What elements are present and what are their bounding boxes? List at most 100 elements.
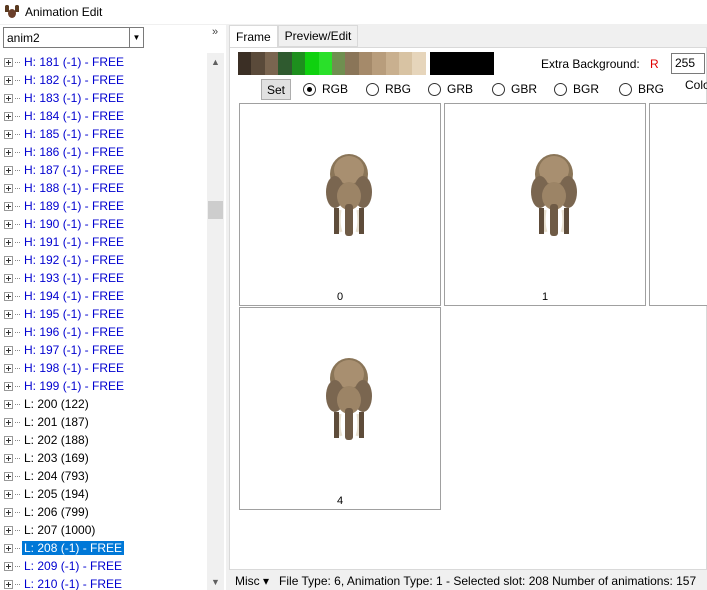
- misc-dropdown[interactable]: Misc ▾: [229, 574, 269, 588]
- tree-item-label[interactable]: H: 190 (-1) - FREE: [22, 217, 126, 231]
- expand-plus-icon[interactable]: [4, 543, 13, 553]
- frame-cell[interactable]: 1: [444, 103, 646, 306]
- tree-row[interactable]: L: 204 (793): [0, 467, 207, 485]
- tree-scrollbar[interactable]: ▲ ▼: [207, 53, 224, 590]
- tree-item-label[interactable]: H: 191 (-1) - FREE: [22, 235, 126, 249]
- tab-frame[interactable]: Frame: [229, 25, 278, 48]
- expand-plus-icon[interactable]: [4, 219, 13, 229]
- tree-row[interactable]: H: 189 (-1) - FREE: [0, 197, 207, 215]
- frame-cell[interactable]: [649, 103, 707, 306]
- expand-plus-icon[interactable]: [4, 579, 13, 589]
- tree-item-label[interactable]: L: 204 (793): [22, 469, 91, 483]
- tree-item-label[interactable]: H: 197 (-1) - FREE: [22, 343, 126, 357]
- tree-item-label[interactable]: L: 202 (188): [22, 433, 91, 447]
- expand-plus-icon[interactable]: [4, 75, 13, 85]
- selected-color-swatch[interactable]: [430, 52, 494, 75]
- expand-plus-icon[interactable]: [4, 291, 13, 301]
- red-channel-input[interactable]: 255: [671, 53, 705, 74]
- expand-plus-icon[interactable]: [4, 489, 13, 499]
- tree-row[interactable]: L: 203 (169): [0, 449, 207, 467]
- animation-tree[interactable]: H: 181 (-1) - FREE H: 182 (-1) - FREE H: 1…: [0, 53, 207, 590]
- expand-plus-icon[interactable]: [4, 399, 13, 409]
- radio-bgr[interactable]: BGR: [554, 82, 599, 96]
- tree-row[interactable]: H: 182 (-1) - FREE: [0, 71, 207, 89]
- radio-brg[interactable]: BRG: [619, 82, 664, 96]
- tree-item-label[interactable]: L: 210 (-1) - FREE: [22, 577, 124, 590]
- tree-row[interactable]: H: 188 (-1) - FREE: [0, 179, 207, 197]
- scroll-down-arrow-icon[interactable]: ▼: [207, 573, 224, 590]
- radio-circle-icon[interactable]: [554, 82, 567, 96]
- expand-plus-icon[interactable]: [4, 93, 13, 103]
- radio-circle-icon[interactable]: [366, 82, 379, 96]
- chevron-down-icon[interactable]: ▼: [129, 28, 143, 47]
- radio-rbg[interactable]: RBG: [366, 82, 411, 96]
- tree-row[interactable]: H: 190 (-1) - FREE: [0, 215, 207, 233]
- tree-item-label[interactable]: H: 185 (-1) - FREE: [22, 127, 126, 141]
- tree-row[interactable]: L: 200 (122): [0, 395, 207, 413]
- tree-item-label[interactable]: H: 188 (-1) - FREE: [22, 181, 126, 195]
- expand-plus-icon[interactable]: [4, 111, 13, 121]
- expand-plus-icon[interactable]: [4, 363, 13, 373]
- tree-item-label[interactable]: H: 198 (-1) - FREE: [22, 361, 126, 375]
- radio-circle-icon[interactable]: [619, 82, 632, 96]
- tree-row[interactable]: H: 194 (-1) - FREE: [0, 287, 207, 305]
- tree-row[interactable]: H: 183 (-1) - FREE: [0, 89, 207, 107]
- expand-plus-icon[interactable]: [4, 381, 13, 391]
- tree-item-label[interactable]: L: 207 (1000): [22, 523, 97, 537]
- tree-row[interactable]: L: 209 (-1) - FREE: [0, 557, 207, 575]
- tree-row[interactable]: H: 184 (-1) - FREE: [0, 107, 207, 125]
- tree-item-label[interactable]: L: 209 (-1) - FREE: [22, 559, 124, 573]
- tree-row[interactable]: H: 192 (-1) - FREE: [0, 251, 207, 269]
- expand-plus-icon[interactable]: [4, 147, 13, 157]
- tree-row[interactable]: H: 187 (-1) - FREE: [0, 161, 207, 179]
- tree-row[interactable]: H: 195 (-1) - FREE: [0, 305, 207, 323]
- tree-row[interactable]: H: 186 (-1) - FREE: [0, 143, 207, 161]
- tree-item-label[interactable]: L: 208 (-1) - FREE: [22, 541, 125, 555]
- tree-item-label[interactable]: H: 183 (-1) - FREE: [22, 91, 126, 105]
- tree-row[interactable]: L: 205 (194): [0, 485, 207, 503]
- radio-circle-icon[interactable]: [428, 82, 441, 96]
- set-button[interactable]: Set: [261, 79, 291, 100]
- tree-item-label[interactable]: H: 195 (-1) - FREE: [22, 307, 126, 321]
- tree-row[interactable]: L: 207 (1000): [0, 521, 207, 539]
- tree-row[interactable]: H: 199 (-1) - FREE: [0, 377, 207, 395]
- expand-plus-icon[interactable]: [4, 525, 13, 535]
- tree-item-label[interactable]: L: 203 (169): [22, 451, 91, 465]
- radio-circle-icon[interactable]: [492, 82, 505, 96]
- scroll-up-arrow-icon[interactable]: ▲: [207, 53, 224, 70]
- tree-row[interactable]: L: 210 (-1) - FREE: [0, 575, 207, 590]
- tree-item-label[interactable]: L: 206 (799): [22, 505, 91, 519]
- tree-row[interactable]: H: 197 (-1) - FREE: [0, 341, 207, 359]
- tree-item-label[interactable]: H: 192 (-1) - FREE: [22, 253, 126, 267]
- expand-plus-icon[interactable]: [4, 435, 13, 445]
- tree-row[interactable]: L: 206 (799): [0, 503, 207, 521]
- tree-row[interactable]: L: 201 (187): [0, 413, 207, 431]
- tree-item-label[interactable]: H: 186 (-1) - FREE: [22, 145, 126, 159]
- expand-plus-icon[interactable]: [4, 237, 13, 247]
- tab-preview-edit[interactable]: Preview/Edit: [277, 25, 359, 47]
- radio-gbr[interactable]: GBR: [492, 82, 537, 96]
- tree-item-label[interactable]: H: 193 (-1) - FREE: [22, 271, 126, 285]
- radio-rgb[interactable]: RGB: [303, 82, 348, 96]
- expand-plus-icon[interactable]: [4, 165, 13, 175]
- tree-item-label[interactable]: H: 187 (-1) - FREE: [22, 163, 126, 177]
- tree-item-label[interactable]: H: 181 (-1) - FREE: [22, 55, 126, 69]
- expand-plus-icon[interactable]: [4, 309, 13, 319]
- tree-item-label[interactable]: H: 184 (-1) - FREE: [22, 109, 126, 123]
- expand-plus-icon[interactable]: [4, 345, 13, 355]
- expand-plus-icon[interactable]: [4, 453, 13, 463]
- tree-item-label[interactable]: H: 189 (-1) - FREE: [22, 199, 126, 213]
- expand-plus-icon[interactable]: [4, 201, 13, 211]
- palette-strip[interactable]: [238, 52, 426, 75]
- tree-row[interactable]: H: 191 (-1) - FREE: [0, 233, 207, 251]
- tree-item-label[interactable]: L: 201 (187): [22, 415, 91, 429]
- frame-cell[interactable]: 0: [239, 103, 441, 306]
- expand-plus-icon[interactable]: [4, 507, 13, 517]
- tree-row[interactable]: H: 196 (-1) - FREE: [0, 323, 207, 341]
- frame-cell[interactable]: 4: [239, 307, 441, 510]
- tree-row[interactable]: L: 208 (-1) - FREE: [0, 539, 207, 557]
- expand-plus-icon[interactable]: [4, 57, 13, 67]
- expand-plus-icon[interactable]: [4, 273, 13, 283]
- tree-item-label[interactable]: H: 196 (-1) - FREE: [22, 325, 126, 339]
- expand-plus-icon[interactable]: [4, 255, 13, 265]
